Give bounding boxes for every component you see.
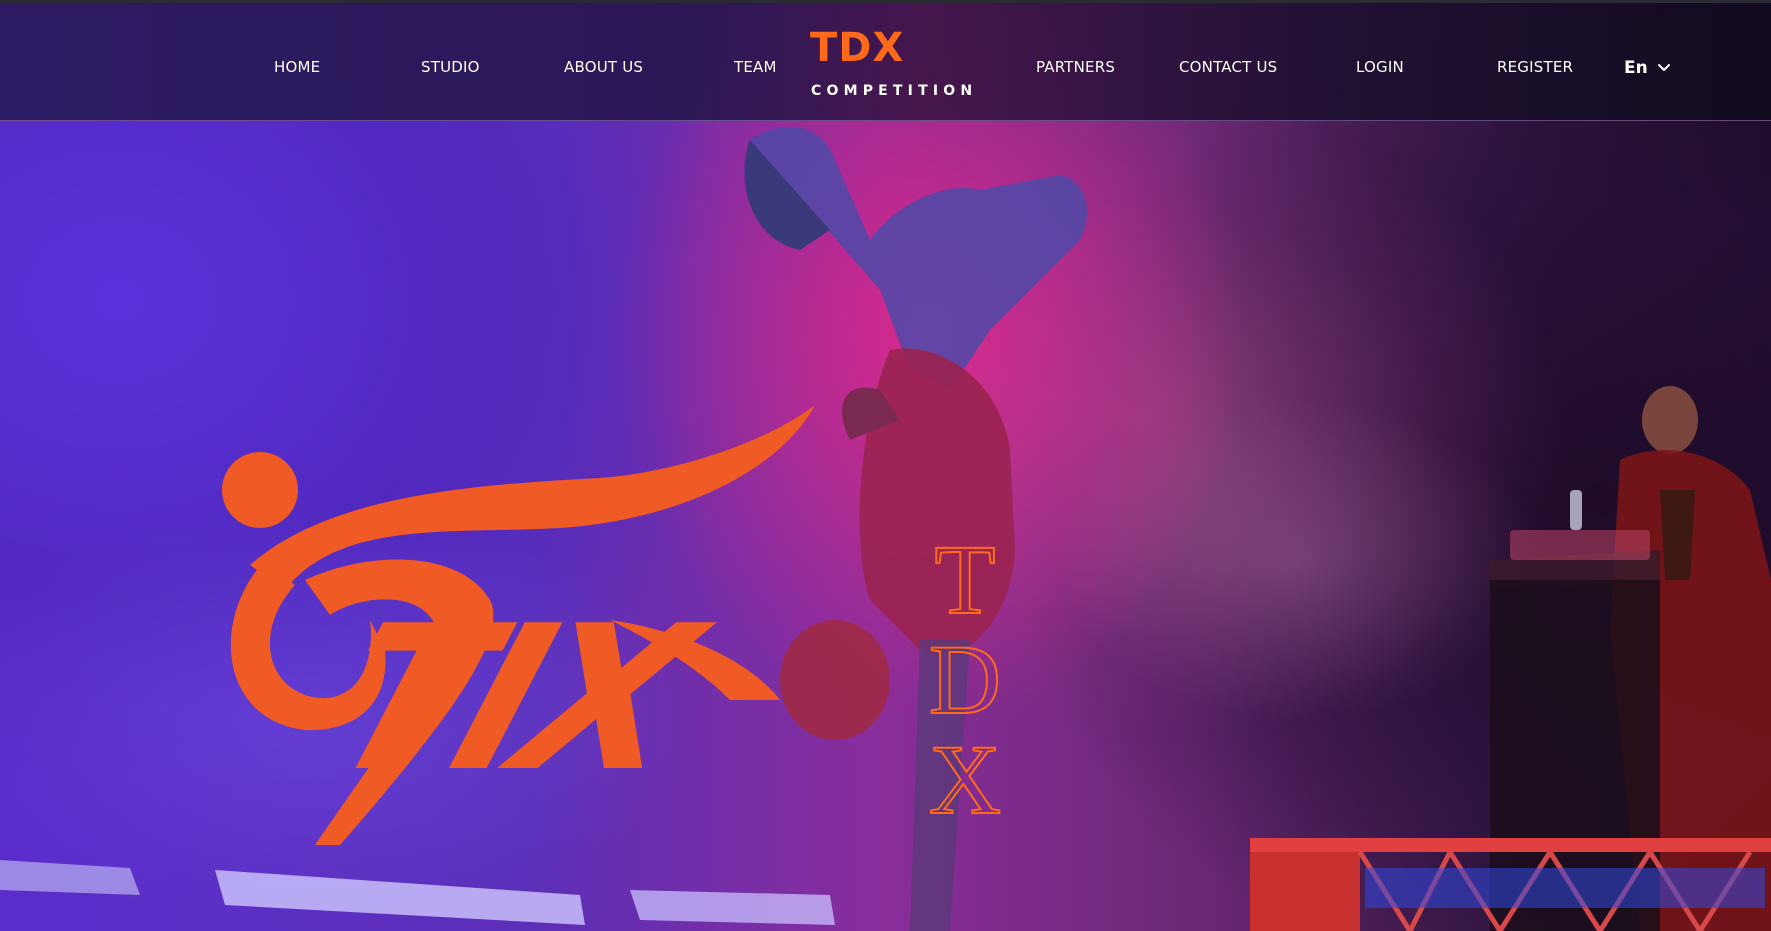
- brand-subtitle: COMPETITION: [811, 83, 978, 99]
- brand-logo[interactable]: TDX COMPETITION: [810, 25, 972, 105]
- nav-home[interactable]: HOME: [274, 58, 320, 76]
- language-label: En: [1624, 58, 1648, 78]
- language-selector[interactable]: En: [1624, 58, 1671, 78]
- nav-about-us[interactable]: ABOUT US: [564, 58, 643, 76]
- chevron-down-icon: [1657, 64, 1670, 71]
- hero-logo-wordmark: TIX: [304, 583, 710, 816]
- nav-partners[interactable]: PARTNERS: [1036, 58, 1115, 76]
- nav-team[interactable]: TEAM: [734, 58, 777, 76]
- brand-title: TDX: [810, 25, 905, 71]
- nav-register[interactable]: REGISTER: [1497, 58, 1573, 76]
- nav-login[interactable]: LOGIN: [1356, 58, 1404, 76]
- hero-logo: TIX: [210, 400, 890, 850]
- stage-lights: [0, 860, 835, 925]
- stage-truss: [1250, 838, 1771, 931]
- tdx-letter-d: D: [928, 624, 1002, 735]
- navbar: HOME STUDIO ABOUT US TEAM TDX COMPETITIO…: [0, 3, 1771, 121]
- nav-contact-us[interactable]: CONTACT US: [1179, 58, 1277, 76]
- tdx-letter-x: X: [928, 724, 1002, 835]
- top-border: [0, 0, 1771, 3]
- page: HOME STUDIO ABOUT US TEAM TDX COMPETITIO…: [0, 0, 1771, 931]
- tdx-letter-t: T: [933, 524, 996, 635]
- nav-studio[interactable]: STUDIO: [421, 58, 480, 76]
- hero-tdx-vertical: T D X: [905, 524, 1025, 840]
